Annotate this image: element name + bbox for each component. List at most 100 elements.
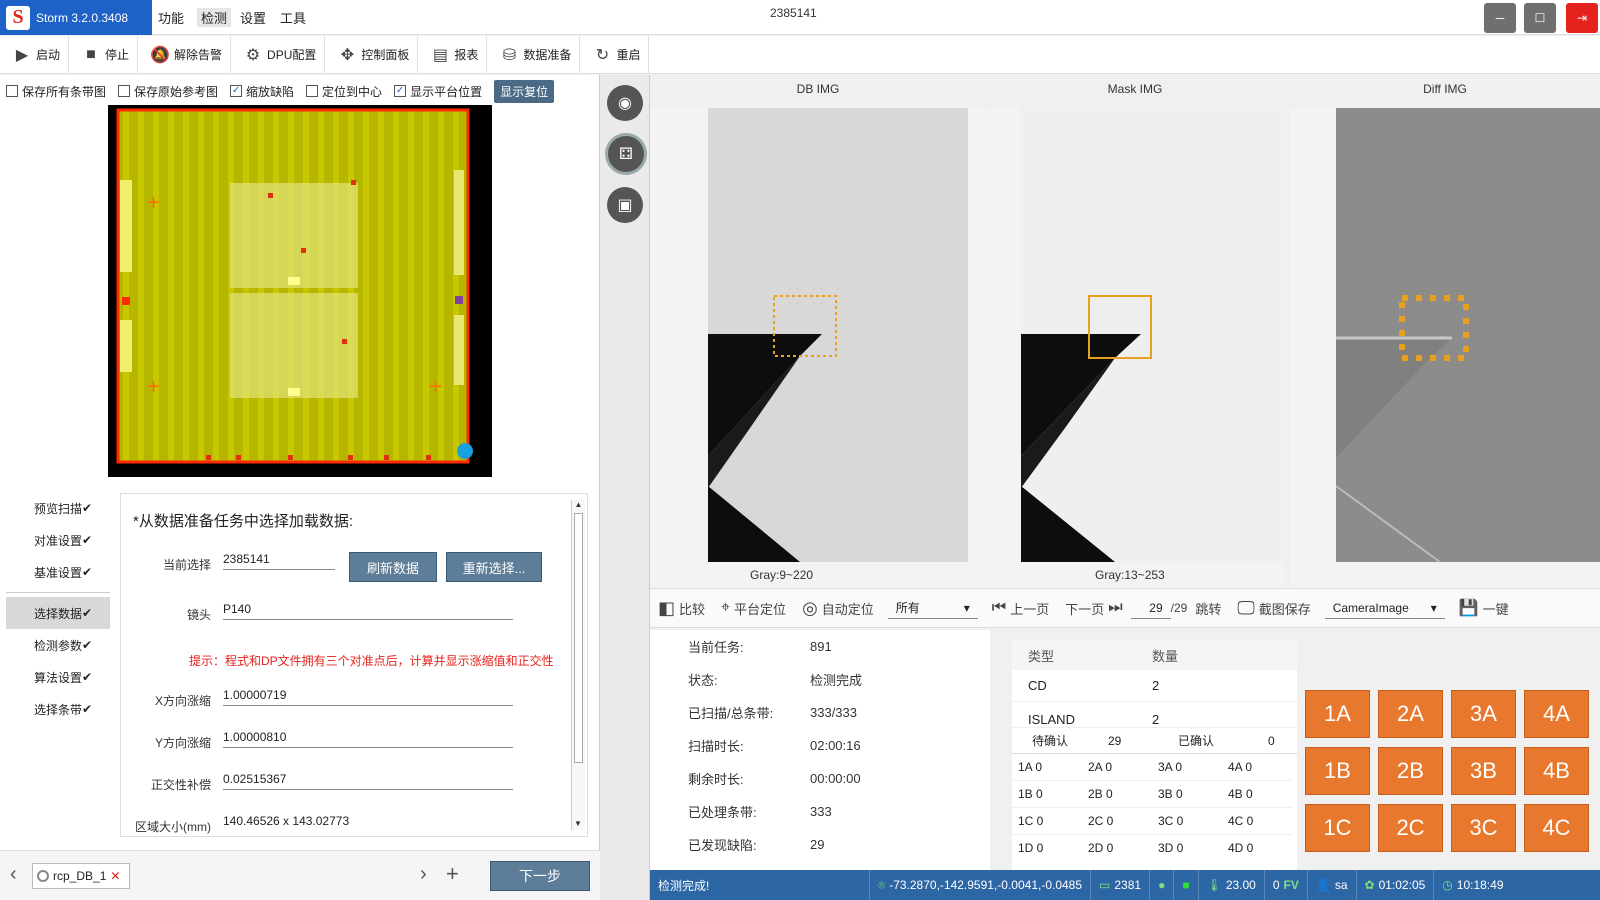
defect-cell[interactable]: 1A 0 xyxy=(1012,754,1082,781)
clear-alarm-button[interactable]: 🔕 解除告警 xyxy=(138,35,232,74)
defect-cell[interactable]: 2A 0 xyxy=(1082,754,1152,781)
display-options: 保存所有条带图 保存原始参考图 ✓ 缩放缺陷 定位到中心 ✓ 显示平台位置 显示复位 xyxy=(6,79,555,103)
nav-reference-settings[interactable]: 基准设置 ✔ xyxy=(6,556,110,588)
class-2a-button[interactable]: 2A xyxy=(1378,690,1443,738)
defect-cell[interactable]: 1B 0 xyxy=(1012,781,1082,808)
refresh-data-button[interactable]: 刷新数据 xyxy=(349,552,437,582)
defect-cell[interactable]: 1C 0 xyxy=(1012,808,1082,835)
zoom-defect-checkbox[interactable]: ✓ 缩放缺陷 xyxy=(230,83,294,100)
menu-function[interactable]: 功能 xyxy=(158,8,184,27)
class-2b-button[interactable]: 2B xyxy=(1378,747,1443,795)
nav-select-strips[interactable]: 选择条带 ✔ xyxy=(6,693,110,725)
current-selection-field[interactable]: 2385141 xyxy=(223,552,335,570)
defect-cell[interactable]: 4D 0 xyxy=(1222,835,1292,862)
class-4b-button[interactable]: 4B xyxy=(1524,747,1589,795)
lens-field[interactable]: P140 xyxy=(223,602,513,620)
wafer-list-icon[interactable]: ⚃ xyxy=(605,133,647,175)
defect-cell[interactable]: 3B 0 xyxy=(1152,781,1222,808)
defect-cell[interactable]: 4C 0 xyxy=(1222,808,1292,835)
nav-alignment-settings[interactable]: 对准设置 ✔ xyxy=(6,524,110,556)
class-3c-button[interactable]: 3C xyxy=(1451,804,1516,852)
add-tab-icon[interactable]: + xyxy=(446,861,459,887)
class-1b-button[interactable]: 1B xyxy=(1305,747,1370,795)
defect-cell[interactable]: 2C 0 xyxy=(1082,808,1152,835)
one-key-save-button[interactable]: 💾 一键 xyxy=(1451,598,1517,618)
minimize-button[interactable]: ─ xyxy=(1484,3,1516,33)
stage-coordinates: ⌾ -73.2870,-142.9591,-0.0041,-0.0485 xyxy=(870,870,1092,900)
menu-settings[interactable]: 设置 xyxy=(240,8,266,27)
show-reset-button[interactable]: 显示复位 xyxy=(494,79,555,103)
db-image-panel[interactable]: Gray:9~220 xyxy=(650,108,984,588)
stage-locate-label: 平台定位 xyxy=(734,601,787,617)
jump-button[interactable]: 跳转 xyxy=(1187,599,1229,618)
tab-prev-icon[interactable]: ‹ xyxy=(10,863,17,886)
screenshot-save-button[interactable]: 🖵 截图保存 xyxy=(1229,598,1318,619)
wafer-map[interactable]: + + + xyxy=(108,105,492,477)
scroll-up-icon[interactable]: ▲ xyxy=(572,500,585,509)
camera-image-select[interactable]: CameraImage ▾ xyxy=(1324,597,1445,619)
report-button[interactable]: ▤ 报表 xyxy=(418,35,488,74)
next-step-button[interactable]: 下一步 xyxy=(490,861,590,891)
data-prep-button[interactable]: ⛁ 数据准备 xyxy=(487,35,581,74)
dpu-config-button[interactable]: ⚙ DPU配置 xyxy=(231,35,326,74)
restart-button[interactable]: ↻ 重启 xyxy=(580,35,650,74)
stage-locate-button[interactable]: ⌖ 平台定位 xyxy=(713,599,794,618)
class-1c-button[interactable]: 1C xyxy=(1305,804,1370,852)
defect-cell[interactable]: 3C 0 xyxy=(1152,808,1222,835)
class-3b-button[interactable]: 3B xyxy=(1451,747,1516,795)
table-row[interactable]: CD 2 xyxy=(1012,670,1297,702)
recipe-tab[interactable]: rcp_DB_1 ✕ xyxy=(32,863,130,889)
defect-cell[interactable]: 2B 0 xyxy=(1082,781,1152,808)
save-all-strips-checkbox[interactable]: 保存所有条带图 xyxy=(6,83,106,100)
defect-cell[interactable]: 3A 0 xyxy=(1152,754,1222,781)
menu-tools[interactable]: 工具 xyxy=(280,8,306,27)
scroll-down-icon[interactable]: ▼ xyxy=(572,819,584,828)
next-page-button[interactable]: 下一页 ⏭ xyxy=(1057,599,1130,618)
form-scrollbar[interactable]: ▲ ▼ xyxy=(571,500,585,830)
defect-filter-select[interactable]: 所有 ▾ xyxy=(887,597,978,619)
mask-image-panel[interactable]: Gray:13~253 xyxy=(985,108,1285,588)
defect-cell[interactable]: 4A 0 xyxy=(1222,754,1292,781)
defect-cell[interactable]: 2D 0 xyxy=(1082,835,1152,862)
table-row[interactable]: ISLAND 2 xyxy=(1012,702,1297,728)
y-scale-label: Y方向涨缩 xyxy=(154,736,211,750)
scroll-thumb[interactable] xyxy=(574,513,583,763)
class-3a-button[interactable]: 3A xyxy=(1451,690,1516,738)
class-4a-button[interactable]: 4A xyxy=(1524,690,1589,738)
exit-button[interactable]: ⇥ xyxy=(1566,3,1598,33)
x-scale-field[interactable]: 1.00000719 xyxy=(223,688,513,706)
defect-cell[interactable]: 1D 0 xyxy=(1012,835,1082,862)
defect-cell[interactable]: 3D 0 xyxy=(1152,835,1222,862)
page-input[interactable]: 29 xyxy=(1130,597,1171,619)
nav-algorithm-settings[interactable]: 算法设置 ✔ xyxy=(6,661,110,693)
control-panel-button[interactable]: ✥ 控制面板 xyxy=(325,35,419,74)
defect-cell[interactable]: 4B 0 xyxy=(1222,781,1292,808)
class-4c-button[interactable]: 4C xyxy=(1524,804,1589,852)
stop-button[interactable]: ■ 停止 xyxy=(69,35,139,74)
area-size-field[interactable]: 140.46526 x 143.02773 xyxy=(223,814,513,831)
show-stage-position-checkbox[interactable]: ✓ 显示平台位置 xyxy=(394,83,482,100)
class-2c-button[interactable]: 2C xyxy=(1378,804,1443,852)
save-original-ref-checkbox[interactable]: 保存原始参考图 xyxy=(118,83,218,100)
prev-page-button[interactable]: ⏮ 上一页 xyxy=(984,599,1057,618)
nav-preview-scan[interactable]: 预览扫描 ✔ xyxy=(6,492,110,524)
y-scale-field[interactable]: 1.00000810 xyxy=(223,730,513,748)
diff-image-panel[interactable] xyxy=(1290,108,1600,588)
menu-inspect[interactable]: 检测 xyxy=(197,8,232,27)
settings-icon: ✿ xyxy=(1364,878,1375,892)
camera-icon[interactable]: ◉ xyxy=(607,85,643,121)
reselect-button[interactable]: 重新选择... xyxy=(446,552,542,582)
orthogonality-field[interactable]: 0.02515367 xyxy=(223,772,513,790)
auto-locate-button[interactable]: ◎ 自动定位 xyxy=(794,598,882,619)
tab-next-icon[interactable]: › xyxy=(420,863,427,886)
nav-select-data[interactable]: 选择数据 ✔ xyxy=(6,597,110,629)
dpu-config-label: DPU配置 xyxy=(267,48,317,62)
close-tab-icon[interactable]: ✕ xyxy=(110,869,120,883)
locate-center-checkbox[interactable]: 定位到中心 xyxy=(306,83,382,100)
start-button[interactable]: ▶ 启动 xyxy=(0,35,70,74)
class-1a-button[interactable]: 1A xyxy=(1305,690,1370,738)
image-gallery-icon[interactable]: ▣ xyxy=(607,187,643,223)
compare-button[interactable]: ◧ 比较 xyxy=(650,598,713,619)
nav-inspection-params[interactable]: 检测参数 ✔ xyxy=(6,629,110,661)
maximize-button[interactable]: ☐ xyxy=(1524,3,1556,33)
